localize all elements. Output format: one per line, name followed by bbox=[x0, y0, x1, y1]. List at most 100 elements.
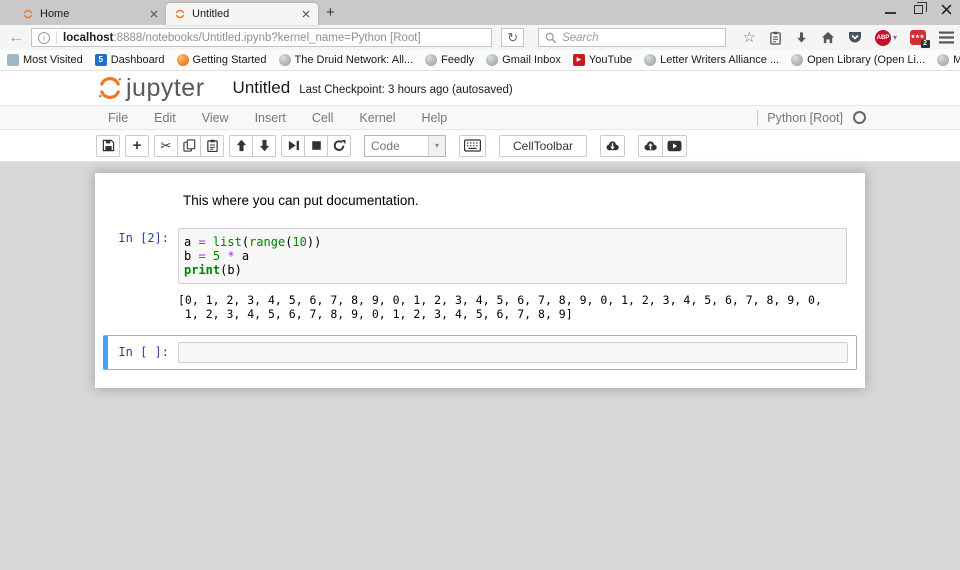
bookmark-item[interactable]: MSK bbox=[937, 54, 960, 66]
menu-insert[interactable]: Insert bbox=[242, 111, 299, 125]
scissors-icon: ✂ bbox=[161, 138, 172, 154]
bookmark-item[interactable]: YouTube bbox=[573, 54, 632, 66]
tab-untitled[interactable]: Untitled bbox=[166, 3, 318, 25]
menu-edit[interactable]: Edit bbox=[141, 111, 189, 125]
jupyter-toolbar: + ✂ Code ▾ CellToolbar bbox=[0, 130, 960, 161]
new-tab-button[interactable]: + bbox=[318, 4, 345, 25]
reload-icon[interactable]: ↻ bbox=[501, 28, 524, 47]
globe-icon bbox=[937, 54, 949, 66]
tab-close-icon[interactable] bbox=[302, 10, 310, 18]
step-forward-icon bbox=[287, 139, 300, 152]
bookmark-label: Gmail Inbox bbox=[502, 54, 561, 66]
output-line: [0, 1, 2, 3, 4, 5, 6, 7, 8, 9, 0, 1, 2, … bbox=[178, 293, 822, 307]
tab-close-icon[interactable] bbox=[150, 10, 158, 18]
menu-cell[interactable]: Cell bbox=[299, 111, 347, 125]
cloud-download-button[interactable] bbox=[600, 135, 625, 157]
search-input[interactable]: Search bbox=[538, 28, 725, 47]
bookmark-item[interactable]: Letter Writers Alliance ... bbox=[644, 54, 779, 66]
pocket-icon[interactable] bbox=[848, 31, 862, 44]
copy-cell-button[interactable] bbox=[177, 135, 201, 157]
cell-type-select[interactable]: Code ▾ bbox=[364, 135, 446, 157]
menu-help[interactable]: Help bbox=[409, 111, 461, 125]
input-prompt: In [ ]: bbox=[108, 342, 178, 363]
menu-view[interactable]: View bbox=[189, 111, 242, 125]
globe-icon bbox=[644, 54, 656, 66]
globe-icon bbox=[425, 54, 437, 66]
browser-titlebar: Home Untitled + bbox=[0, 0, 960, 25]
code-input-area[interactable]: a = list(range(10))b = 5 * aprint(b) bbox=[178, 228, 847, 284]
bookmark-item[interactable]: Most Visited bbox=[7, 54, 83, 66]
run-cell-button[interactable] bbox=[281, 135, 305, 157]
selected-empty-cell[interactable]: In [ ]: bbox=[103, 335, 857, 370]
bookmark-label: YouTube bbox=[589, 54, 632, 66]
arrow-up-icon bbox=[235, 139, 248, 152]
search-placeholder: Search bbox=[562, 32, 598, 44]
save-button[interactable] bbox=[96, 135, 120, 157]
bookmark-item[interactable]: Dashboard bbox=[95, 54, 165, 66]
move-cell-down-button[interactable] bbox=[252, 135, 276, 157]
markdown-cell[interactable]: This where you can put documentation. bbox=[95, 189, 865, 212]
output-area: [0, 1, 2, 3, 4, 5, 6, 7, 8, 9, 0, 1, 2, … bbox=[95, 293, 865, 321]
password-manager-icon[interactable]: *** 2 bbox=[910, 30, 926, 45]
bookmark-star-icon[interactable]: ☆ bbox=[743, 30, 756, 45]
globe-icon bbox=[486, 54, 498, 66]
bookmark-item[interactable]: Gmail Inbox bbox=[486, 54, 561, 66]
output-text: [0, 1, 2, 3, 4, 5, 6, 7, 8, 9, 0, 1, 2, … bbox=[178, 293, 822, 321]
bookmark-item[interactable]: Feedly bbox=[425, 54, 474, 66]
bookmark-label: Dashboard bbox=[111, 54, 165, 66]
add-cell-button[interactable]: + bbox=[125, 135, 149, 157]
home-icon[interactable] bbox=[821, 31, 835, 44]
command-palette-button[interactable] bbox=[459, 135, 486, 157]
jupyter-header: jupyter Untitled Last Checkpoint: 3 hour… bbox=[0, 71, 960, 105]
arrow-down-icon bbox=[258, 139, 271, 152]
menu-kernel[interactable]: Kernel bbox=[346, 111, 408, 125]
menu-hamburger-icon[interactable] bbox=[939, 31, 954, 44]
menu-file[interactable]: File bbox=[95, 111, 141, 125]
bookmark-item[interactable]: Getting Started bbox=[177, 54, 267, 66]
checkpoint-status: Last Checkpoint: 3 hours ago (autosaved) bbox=[299, 84, 513, 96]
cloud-upload-button[interactable] bbox=[638, 135, 663, 157]
back-icon[interactable]: ← bbox=[6, 30, 26, 46]
bookmark-item[interactable]: Open Library (Open Li... bbox=[791, 54, 925, 66]
adblock-icon[interactable]: ABP ▾ bbox=[875, 30, 897, 46]
reading-list-icon[interactable] bbox=[769, 31, 782, 45]
jupyter-favicon-icon bbox=[174, 8, 186, 20]
tab-home[interactable]: Home bbox=[14, 3, 166, 25]
celltoolbar-button[interactable]: CellToolbar bbox=[499, 135, 587, 157]
cut-cell-button[interactable]: ✂ bbox=[154, 135, 178, 157]
output-line: 1, 2, 3, 4, 5, 6, 7, 8, 9, 0, 1, 2, 3, 4… bbox=[178, 307, 822, 321]
jupyter-favicon-icon bbox=[22, 8, 34, 20]
close-button[interactable] bbox=[941, 4, 952, 15]
move-cell-up-button[interactable] bbox=[229, 135, 253, 157]
site-info-icon[interactable]: i bbox=[38, 32, 50, 44]
bookmark-item[interactable]: The Druid Network: All... bbox=[279, 54, 414, 66]
bookmark-label: Feedly bbox=[441, 54, 474, 66]
interrupt-kernel-button[interactable] bbox=[304, 135, 328, 157]
kernel-name: Python [Root] bbox=[767, 111, 843, 125]
refresh-icon bbox=[333, 139, 346, 152]
kernel-indicator-area: Python [Root] bbox=[757, 110, 866, 126]
downloads-icon[interactable] bbox=[795, 31, 808, 44]
minimize-button[interactable] bbox=[885, 5, 896, 14]
kernel-idle-icon bbox=[853, 111, 866, 124]
cloud-upload-icon bbox=[643, 139, 658, 152]
code-line: print(b) bbox=[184, 263, 841, 277]
restart-kernel-button[interactable] bbox=[327, 135, 351, 157]
paste-icon bbox=[206, 139, 219, 152]
chevron-down-icon: ▾ bbox=[893, 33, 897, 42]
notebook-title[interactable]: Untitled bbox=[233, 78, 291, 98]
empty-code-input[interactable] bbox=[178, 342, 848, 363]
restore-button[interactable] bbox=[914, 5, 923, 14]
firefox-icon bbox=[177, 54, 189, 66]
bookmark-label: Letter Writers Alliance ... bbox=[660, 54, 779, 66]
keyboard-icon bbox=[464, 139, 481, 152]
jupyter-logo-icon bbox=[95, 74, 125, 102]
url-bar[interactable]: i localhost:8888/notebooks/Untitled.ipyn… bbox=[31, 28, 492, 47]
code-cell[interactable]: In [2]: a = list(range(10))b = 5 * aprin… bbox=[95, 228, 865, 284]
play-icon bbox=[667, 140, 682, 152]
play-video-button[interactable] bbox=[662, 135, 687, 157]
notebook-container: This where you can put documentation. In… bbox=[95, 173, 865, 388]
jupyter-logo[interactable]: jupyter bbox=[95, 74, 205, 103]
browser-navbar: ← i localhost:8888/notebooks/Untitled.ip… bbox=[0, 25, 960, 50]
paste-cell-button[interactable] bbox=[200, 135, 224, 157]
